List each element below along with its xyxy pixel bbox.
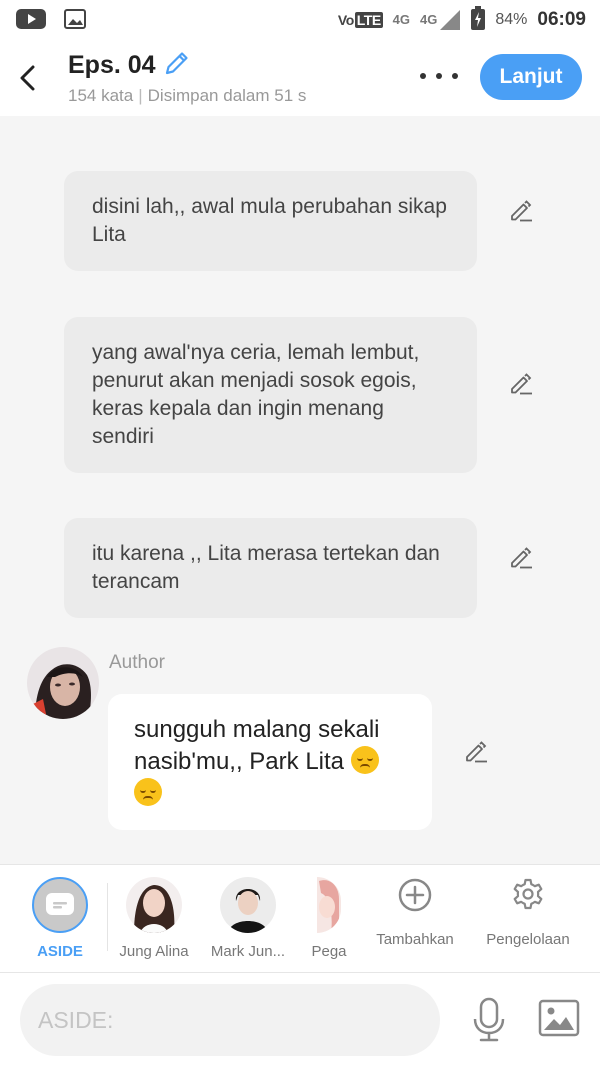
- plus-circle-icon: [398, 878, 432, 912]
- signal-icon: 4G: [420, 9, 461, 31]
- pencil-outline-icon: [511, 373, 532, 395]
- back-button[interactable]: [14, 60, 40, 96]
- aside-message[interactable]: itu karena ,, Lita merasa tertekan dan t…: [64, 518, 477, 618]
- network-type-1: 4G: [392, 12, 411, 27]
- message-input[interactable]: [20, 984, 440, 1056]
- character-avatar: [126, 877, 182, 933]
- aside-message[interactable]: yang awal'nya ceria, lemah lembut, penur…: [64, 317, 477, 473]
- character-jung-alina[interactable]: Jung Alina: [106, 865, 202, 973]
- gear-icon: [513, 878, 543, 910]
- pensive-face-icon: [350, 746, 379, 774]
- pencil-outline-icon: [511, 200, 532, 222]
- episode-title: Eps. 04: [68, 51, 156, 79]
- next-button[interactable]: Lanjut: [480, 54, 582, 100]
- character-label: ASIDE: [37, 943, 83, 960]
- aside-message[interactable]: disini lah,, awal mula perubahan sikap L…: [64, 171, 477, 271]
- youtube-notification-icon: [16, 9, 46, 34]
- character-pega[interactable]: Pega: [282, 865, 376, 973]
- edit-message-button[interactable]: [507, 196, 535, 224]
- character-label: Pega: [311, 943, 347, 960]
- author-name: Author: [109, 652, 165, 673]
- add-character-button[interactable]: Tambahkan: [366, 865, 464, 973]
- editor-header: Eps. 04 154 kata | Disimpan dalam 51 s Lan…: [0, 40, 600, 116]
- dot-icon: [452, 73, 458, 79]
- edit-message-button[interactable]: [507, 543, 535, 571]
- microphone-icon: [473, 997, 505, 1042]
- input-bar: [0, 972, 600, 1067]
- voice-input-button[interactable]: [470, 997, 508, 1043]
- character-aside[interactable]: ASIDE: [12, 865, 108, 973]
- manage-characters-label: Pengelolaan: [486, 931, 570, 948]
- edit-title-button[interactable]: [164, 50, 190, 81]
- manage-characters-button[interactable]: Pengelolaan: [472, 865, 584, 973]
- save-status: Disimpan dalam 51 s: [147, 86, 307, 105]
- status-bar: Vo LTE 4G 4G 84% 06:09: [0, 0, 600, 40]
- character-label: Jung Alina: [119, 943, 189, 960]
- pensive-face-icon: [134, 778, 162, 806]
- aside-avatar: [32, 877, 88, 933]
- pencil-icon: [165, 52, 188, 75]
- volte-indicator: Vo LTE: [337, 12, 383, 28]
- more-options-button[interactable]: [420, 66, 458, 86]
- character-avatar: [317, 877, 341, 933]
- speech-bubble-icon: [46, 893, 74, 915]
- add-character-label: Tambahkan: [376, 931, 454, 948]
- pencil-outline-icon: [466, 741, 487, 763]
- dot-icon: [436, 73, 442, 79]
- author-message[interactable]: sungguh malang sekali nasib'mu,, Park Li…: [108, 694, 432, 830]
- character-avatar: [220, 877, 276, 933]
- episode-meta: 154 kata | Disimpan dalam 51 s: [68, 86, 307, 105]
- word-count: 154 kata: [68, 86, 134, 105]
- battery-percentage: 84%: [495, 11, 528, 28]
- clock: 06:09: [537, 9, 586, 30]
- dot-icon: [420, 73, 426, 79]
- chevron-left-icon: [20, 65, 35, 91]
- battery-icon: [471, 5, 486, 35]
- chat-area[interactable]: disini lah,, awal mula perubahan sikap L…: [0, 116, 600, 864]
- author-avatar[interactable]: [27, 647, 99, 719]
- edit-message-button[interactable]: [507, 369, 535, 397]
- insert-image-button[interactable]: [538, 999, 580, 1039]
- edit-message-button[interactable]: [462, 737, 490, 765]
- character-bar: ASIDE Jung Alina Mark Jun... Pega Tambah…: [0, 864, 600, 972]
- pencil-outline-icon: [511, 547, 532, 569]
- image-icon: [538, 999, 580, 1037]
- gallery-notification-icon: [64, 9, 86, 34]
